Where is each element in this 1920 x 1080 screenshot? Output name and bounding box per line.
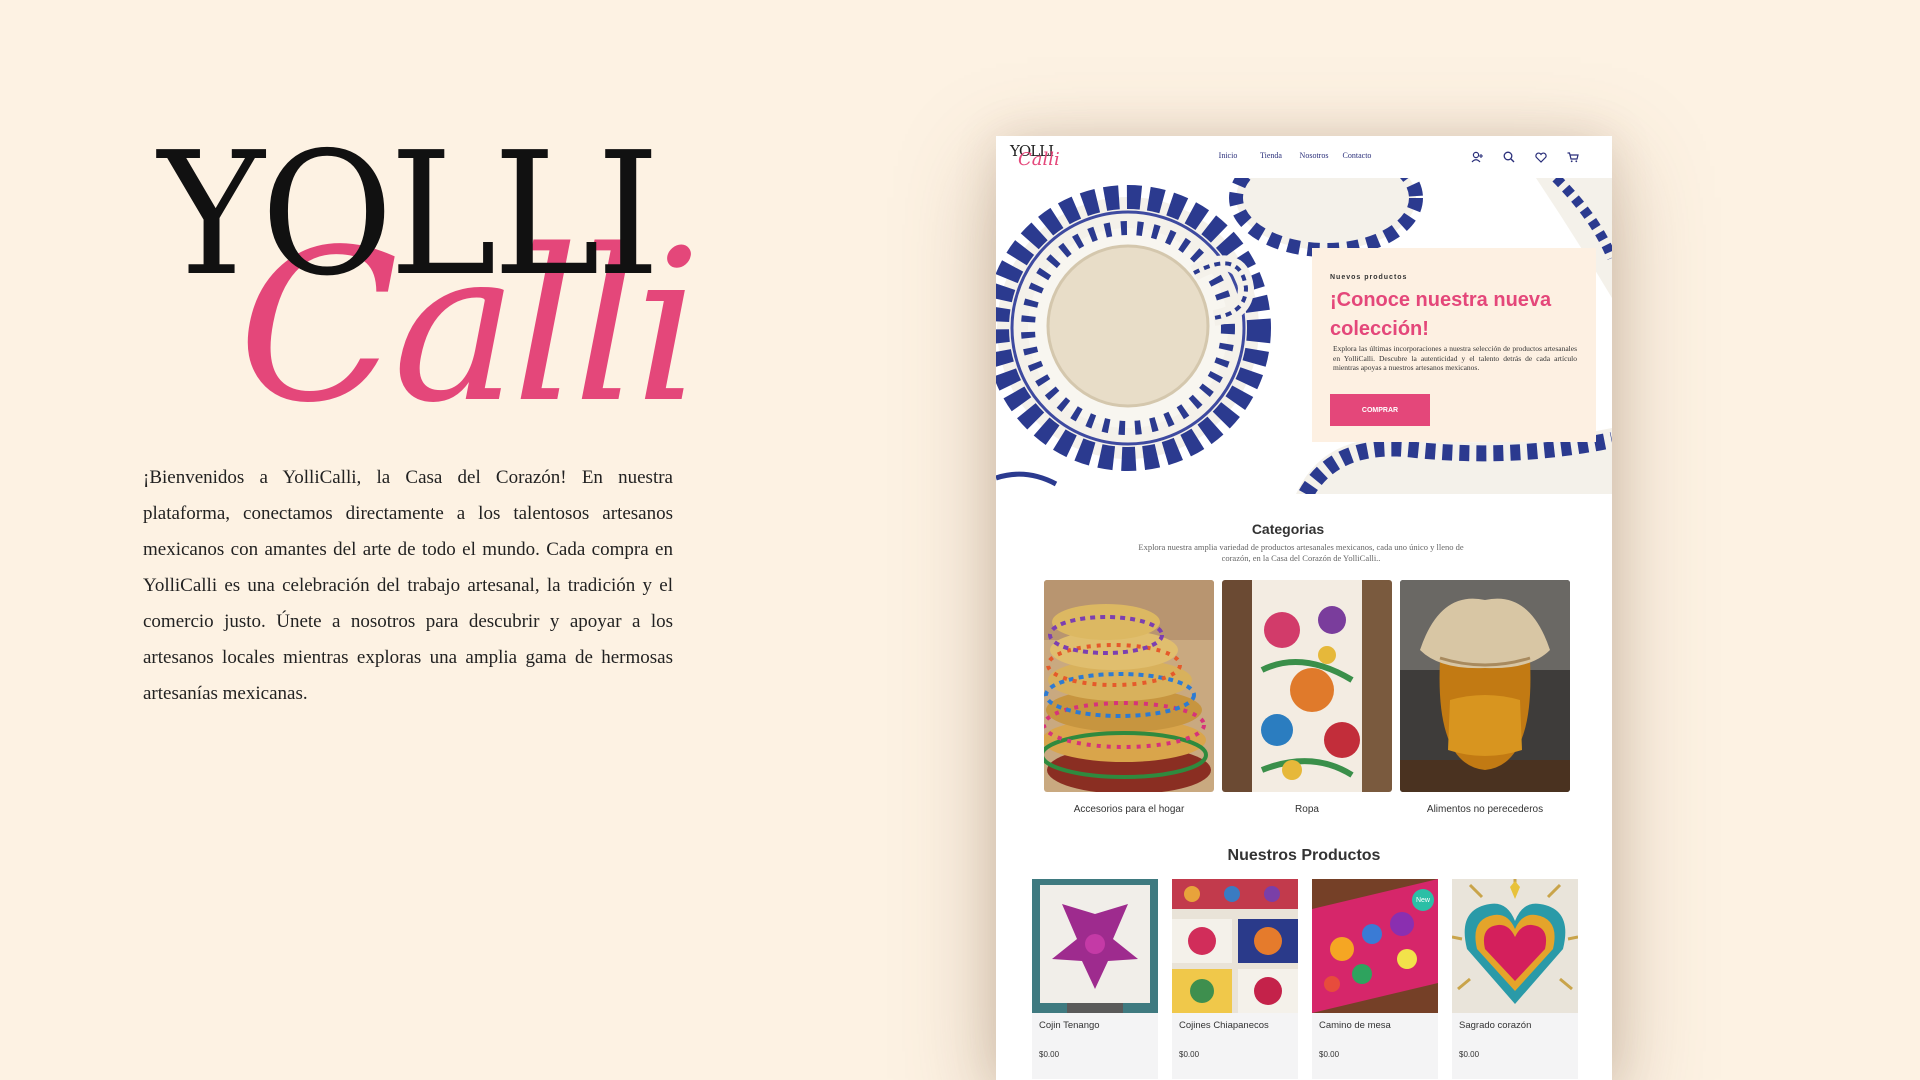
cart-icon[interactable] <box>1564 149 1582 165</box>
product-image-chiapas-cushions <box>1172 879 1298 1013</box>
user-add-icon[interactable] <box>1468 149 1486 165</box>
nav-link-nosotros[interactable]: Nosotros <box>1294 151 1334 160</box>
category-image-honey-jar <box>1400 580 1570 792</box>
product-card-camino-de-mesa[interactable]: New Camino de mesa $0.00 <box>1312 879 1438 1079</box>
heart-icon[interactable] <box>1532 149 1550 165</box>
hero-description: Explora las últimas incorporaciones a nu… <box>1333 344 1577 372</box>
product-price: $0.00 <box>1039 1050 1060 1059</box>
categories-title: Categorias <box>1251 521 1325 537</box>
product-image-sacred-heart <box>1452 879 1578 1013</box>
nav-link-inicio[interactable]: Inicio <box>1208 151 1248 160</box>
product-card-sagrado-corazon[interactable]: Sagrado corazón $0.00 <box>1452 879 1578 1079</box>
site-logo[interactable]: YOLLI Calli <box>1010 142 1070 172</box>
product-name: Cojin Tenango <box>1039 1020 1100 1031</box>
product-price: $0.00 <box>1179 1050 1200 1059</box>
category-card-home-accessories[interactable] <box>1044 580 1214 792</box>
new-badge: New <box>1412 889 1434 911</box>
category-card-clothing[interactable] <box>1222 580 1392 792</box>
product-price: $0.00 <box>1459 1050 1480 1059</box>
products-title: Nuestros Productos <box>1227 847 1381 864</box>
product-image-tenango-pillow <box>1032 879 1158 1013</box>
shop-now-button[interactable]: COMPRAR <box>1330 394 1430 426</box>
categories-description: Explora nuestra amplia variedad de produ… <box>1138 542 1464 563</box>
nav-icons <box>1468 149 1582 165</box>
site-navbar: YOLLI Calli Inicio Tienda Nosotros Conta… <box>996 136 1612 178</box>
nav-links: Inicio Tienda Nosotros Contacto <box>1208 151 1380 160</box>
hero-banner: Nuevos productos ¡Conoce nuestra nueva c… <box>996 178 1612 494</box>
category-label-clothing[interactable]: Ropa <box>1222 804 1392 815</box>
hero-eyebrow: Nuevos productos <box>1330 274 1408 281</box>
brand-logo: Calli YOLLI <box>150 116 750 432</box>
brand-logo-wordmark: YOLLI <box>158 116 660 314</box>
search-icon[interactable] <box>1500 149 1518 165</box>
hero-title: ¡Conoce nuestra nueva colección! <box>1330 289 1552 340</box>
category-card-food[interactable] <box>1400 580 1570 792</box>
category-image-embroidered-dress <box>1222 580 1392 792</box>
intro-paragraph: ¡Bienvenidos a YolliCalli, la Casa del C… <box>143 467 673 704</box>
product-name: Cojines Chiapanecos <box>1179 1020 1269 1031</box>
logo-swash-decoration <box>670 450 680 460</box>
category-label-home-accessories[interactable]: Accesorios para el hogar <box>1044 804 1214 815</box>
product-name: Camino de mesa <box>1319 1020 1391 1031</box>
website-mockup: YOLLI Calli Inicio Tienda Nosotros Conta… <box>996 136 1612 1080</box>
site-logo-script: Calli <box>1018 149 1060 170</box>
product-card-cojines-chiapanecos[interactable]: Cojines Chiapanecos $0.00 <box>1172 879 1298 1079</box>
hero-card: Nuevos productos ¡Conoce nuestra nueva c… <box>1312 248 1596 442</box>
product-price: $0.00 <box>1319 1050 1340 1059</box>
category-label-food[interactable]: Alimentos no perecederos <box>1400 804 1570 815</box>
nav-link-contacto[interactable]: Contacto <box>1337 151 1377 160</box>
product-name: Sagrado corazón <box>1459 1020 1532 1031</box>
product-image-table-runner: New <box>1312 879 1438 1013</box>
category-image-baskets <box>1044 580 1214 792</box>
nav-link-tienda[interactable]: Tienda <box>1251 151 1291 160</box>
product-card-cojin-tenango[interactable]: Cojin Tenango $0.00 <box>1032 879 1158 1079</box>
